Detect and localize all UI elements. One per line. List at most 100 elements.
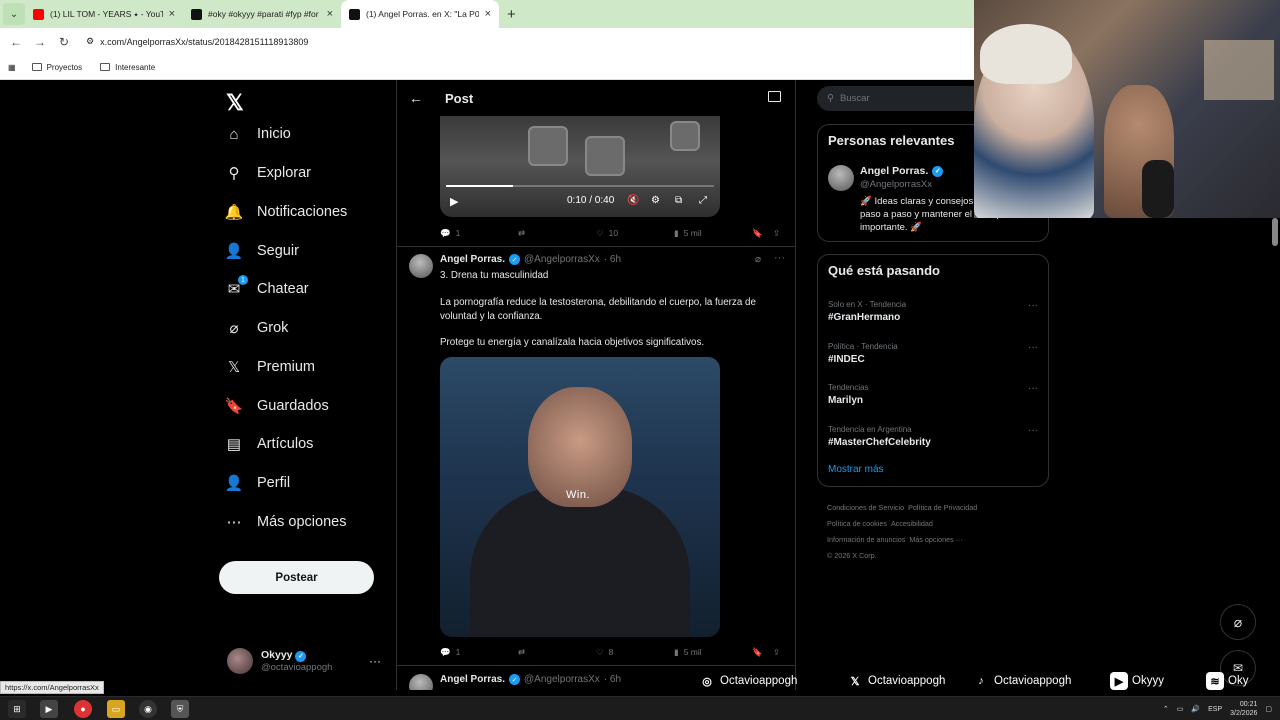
- reply-button[interactable]: 💬 1: [440, 228, 460, 239]
- nav-item-guardados[interactable]: 🔖 Guardados: [225, 397, 329, 415]
- nav-item-notificaciones[interactable]: 🔔 Notificaciones: [225, 203, 348, 221]
- grok-icon[interactable]: ⌀: [755, 254, 761, 265]
- footer-link[interactable]: Política de Privacidad: [908, 503, 977, 512]
- post-button[interactable]: Postear: [219, 561, 374, 594]
- author-handle[interactable]: @AngelporrasXx: [524, 674, 600, 685]
- more-icon[interactable]: ···: [1028, 300, 1038, 311]
- avatar[interactable]: [828, 165, 854, 191]
- close-icon[interactable]: ×: [327, 8, 333, 20]
- more-icon[interactable]: ···: [1028, 425, 1038, 436]
- language-indicator[interactable]: ESP: [1208, 706, 1222, 713]
- trend-item[interactable]: Tendencias Marilyn ···: [828, 383, 1040, 406]
- apps-icon[interactable]: ▦: [8, 63, 16, 72]
- nav-item-explorar[interactable]: ⚲ Explorar: [225, 164, 312, 182]
- footer-link[interactable]: Más opciones ···: [909, 535, 963, 544]
- windows-start-icon[interactable]: ⊞: [8, 700, 26, 718]
- video-player[interactable]: ▶ 0:10 / 0:40 🔇 ⚙ ⧉ ⤢: [440, 116, 720, 217]
- obs-icon[interactable]: ◉: [139, 700, 157, 718]
- fullscreen-icon[interactable]: ⤢: [699, 195, 707, 206]
- trend-item[interactable]: Tendencia en Argentina #MasterChefCelebri…: [828, 425, 1040, 448]
- repost-button[interactable]: ⇄: [518, 647, 525, 658]
- notification-icon[interactable]: ▢: [1265, 705, 1272, 713]
- like-button[interactable]: ♡ 10: [596, 228, 618, 239]
- reply-button[interactable]: 💬 1: [440, 647, 460, 658]
- bookmark-button[interactable]: 🔖: [752, 228, 763, 239]
- footer-link[interactable]: Política de cookies: [827, 519, 887, 528]
- media-player-icon[interactable]: ▶: [40, 700, 58, 718]
- avatar[interactable]: [409, 674, 433, 690]
- repost-button[interactable]: ⇄: [518, 228, 525, 239]
- footer-link[interactable]: Accesibilidad: [891, 519, 933, 528]
- url-text[interactable]: x.com/AngelporrasXx/status/2018428151118…: [100, 37, 308, 47]
- close-icon[interactable]: ×: [485, 8, 491, 20]
- share-button[interactable]: ⇪: [773, 647, 780, 658]
- nav-item-perfil[interactable]: 👤 Perfil: [225, 474, 290, 492]
- nav-label: Inicio: [257, 126, 291, 142]
- like-button[interactable]: ♡ 8: [596, 647, 613, 658]
- reader-icon[interactable]: [768, 91, 781, 102]
- nav-item-chatear[interactable]: ✉ 1 Chatear: [225, 275, 309, 298]
- bookmark-interesante[interactable]: Interesante: [100, 63, 155, 72]
- grok-floating-button[interactable]: ⌀: [1220, 604, 1256, 640]
- person-name[interactable]: Angel Porras. ✓: [860, 165, 944, 177]
- forward-icon[interactable]: →: [28, 35, 52, 49]
- bookmark-button[interactable]: 🔖: [752, 647, 763, 658]
- avatar[interactable]: [409, 254, 433, 278]
- author-handle[interactable]: @AngelporrasXx: [524, 254, 600, 265]
- pip-icon[interactable]: ⧉: [675, 195, 682, 206]
- author-name[interactable]: Angel Porras.: [440, 254, 505, 265]
- play-icon[interactable]: ▶: [450, 195, 458, 208]
- chrome-icon[interactable]: ●: [74, 700, 92, 718]
- more-icon[interactable]: ···: [774, 252, 785, 264]
- footer-link[interactable]: © 2026 X Corp.: [827, 551, 877, 560]
- post-text-line: La pornografía reduce la testosterona, d…: [440, 297, 756, 322]
- browser-tab[interactable]: #oky #okyyy #parati #fyp #for ×: [183, 0, 341, 28]
- divider: [397, 665, 795, 666]
- nav-item-inicio[interactable]: ⌂ Inicio: [225, 125, 291, 143]
- post-time[interactable]: · 6h: [604, 674, 621, 685]
- footer-link[interactable]: Condiciones de Servicio: [827, 503, 904, 512]
- trend-item[interactable]: Solo en X · Tendencia #GranHermano ···: [828, 300, 1040, 323]
- video-player[interactable]: Win.: [440, 357, 720, 637]
- author-name[interactable]: Angel Porras.: [440, 674, 505, 685]
- show-more-link[interactable]: Mostrar más: [828, 464, 884, 475]
- trend-item[interactable]: Política · Tendencia #INDEC ···: [828, 342, 1040, 365]
- address-bar[interactable]: ⚙ x.com/AngelporrasXx/status/20184281511…: [86, 36, 308, 47]
- close-icon[interactable]: ×: [169, 8, 175, 20]
- browser-tab[interactable]: (1) LIL TOM - YEARS ⭑ - YouTube ×: [25, 0, 183, 28]
- nav-item-grok[interactable]: ⌀ Grok: [225, 319, 288, 337]
- nav-item-premium[interactable]: 𝕏 Premium: [225, 358, 315, 376]
- file-explorer-icon[interactable]: ▭: [107, 700, 125, 718]
- more-icon[interactable]: ···: [1028, 342, 1038, 353]
- clock[interactable]: 00:21 3/2/2026: [1230, 700, 1257, 718]
- views-button[interactable]: ▮ 5 mil: [674, 647, 702, 658]
- person-handle[interactable]: @AngelporrasXx: [860, 179, 932, 190]
- chevron-up-icon[interactable]: ⌃: [1163, 705, 1169, 713]
- nav-item-seguir[interactable]: 👤 Seguir: [225, 242, 299, 260]
- tab-list-button[interactable]: ⌄: [3, 3, 25, 25]
- browser-tab[interactable]: (1) Angel Porras. en X: "La P0R ×: [341, 0, 499, 28]
- shield-icon[interactable]: ⛨: [171, 700, 189, 718]
- volume-icon[interactable]: 🔊: [1191, 705, 1200, 713]
- network-icon[interactable]: ▭: [1177, 705, 1184, 713]
- more-icon[interactable]: ···: [369, 654, 381, 668]
- views-button[interactable]: ▮ 5 mil: [674, 228, 702, 239]
- nav-item-art-culos[interactable]: ▤ Artículos: [225, 435, 314, 453]
- more-icon[interactable]: ···: [1028, 383, 1038, 394]
- post-time[interactable]: · 6h: [604, 254, 621, 265]
- reload-icon[interactable]: ↻: [52, 35, 76, 49]
- site-info-icon[interactable]: ⚙: [86, 36, 94, 47]
- back-icon[interactable]: ←: [4, 35, 28, 49]
- video-progress-bar[interactable]: [446, 185, 714, 187]
- scrollbar[interactable]: [1272, 218, 1278, 246]
- new-tab-button[interactable]: +: [507, 6, 516, 23]
- nav-item-m-s-opciones[interactable]: ⋯ Más opciones: [225, 513, 347, 531]
- share-button[interactable]: ⇪: [773, 228, 780, 239]
- account-switcher[interactable]: Okyyy ✓ @octavioappogh ···: [227, 648, 381, 674]
- settings-icon[interactable]: ⚙: [651, 195, 660, 206]
- bookmark-proyectos[interactable]: Proyectos: [31, 63, 82, 72]
- footer-link[interactable]: Información de anuncios: [827, 535, 905, 544]
- mute-icon[interactable]: 🔇: [627, 195, 639, 206]
- x-logo-icon[interactable]: 𝕏: [226, 90, 244, 116]
- back-arrow-icon[interactable]: ←: [409, 90, 433, 106]
